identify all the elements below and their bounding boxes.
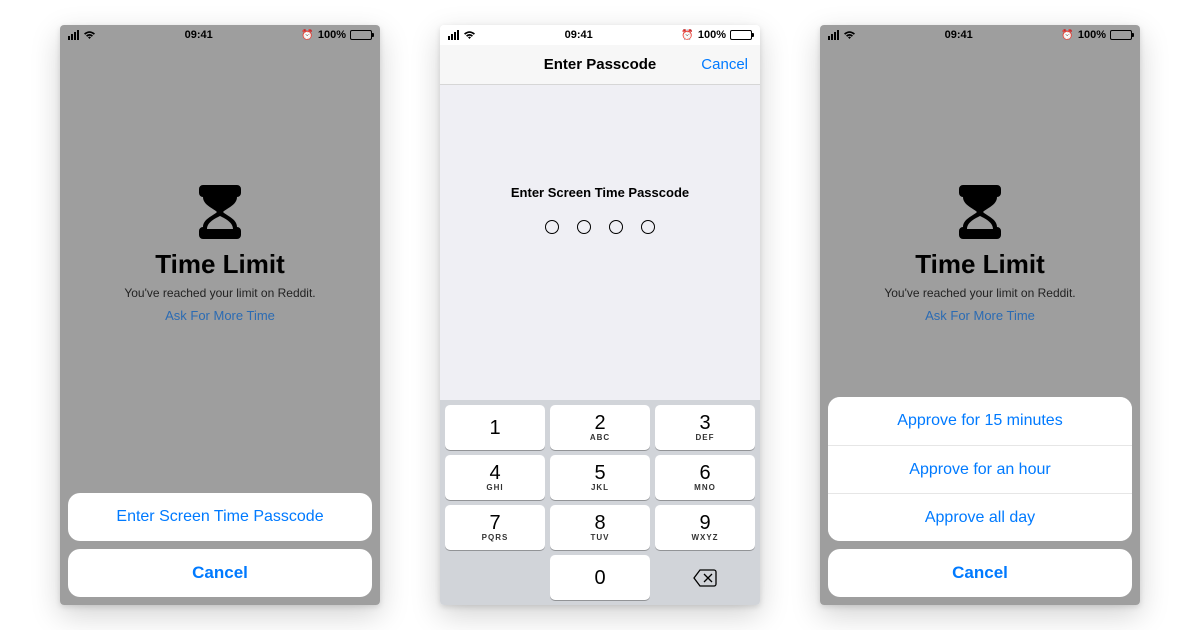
status-time: 09:41 — [476, 29, 681, 41]
nav-bar: Enter Passcode Cancel — [440, 45, 760, 85]
time-limit-screen: Time Limit You've reached your limit on … — [820, 45, 1140, 605]
nav-title: Enter Passcode — [502, 56, 698, 73]
battery-percent: 100% — [698, 29, 726, 41]
keypad-7[interactable]: 7PQRS — [445, 505, 545, 550]
action-sheet: Enter Screen Time Passcode Cancel — [68, 493, 372, 597]
status-bar: 09:41 ⏰ 100% — [440, 25, 760, 45]
passcode-dot — [641, 220, 655, 234]
page-title: Time Limit — [915, 249, 1045, 280]
phone-time-limit-initial: 09:41 ⏰ 100% Time Limit You've reached y… — [60, 25, 380, 605]
numeric-keypad: 1 2ABC 3DEF 4GHI 5JKL 6MNO 7PQRS 8TUV 9W… — [440, 400, 760, 605]
keypad-8[interactable]: 8TUV — [550, 505, 650, 550]
passcode-dot — [577, 220, 591, 234]
keypad-empty — [445, 555, 545, 600]
keypad-1[interactable]: 1 — [445, 405, 545, 450]
battery-icon — [1110, 30, 1132, 40]
signal-icon — [448, 30, 459, 40]
wifi-icon — [843, 30, 856, 40]
status-bar: 09:41 ⏰ 100% — [820, 25, 1140, 45]
ask-more-time-link[interactable]: Ask For More Time — [925, 308, 1035, 323]
status-bar: 09:41 ⏰ 100% — [60, 25, 380, 45]
enter-passcode-button[interactable]: Enter Screen Time Passcode — [68, 493, 372, 541]
keypad-6[interactable]: 6MNO — [655, 455, 755, 500]
wifi-icon — [463, 30, 476, 40]
approve-1-hour-button[interactable]: Approve for an hour — [828, 445, 1132, 493]
hourglass-icon — [959, 185, 1001, 239]
approve-all-day-button[interactable]: Approve all day — [828, 493, 1132, 541]
signal-icon — [828, 30, 839, 40]
page-title: Time Limit — [155, 249, 285, 280]
subtitle-text: You've reached your limit on Reddit. — [124, 286, 315, 300]
battery-percent: 100% — [1078, 29, 1106, 41]
subtitle-text: You've reached your limit on Reddit. — [884, 286, 1075, 300]
passcode-prompt: Enter Screen Time Passcode — [511, 185, 689, 200]
keypad-0[interactable]: 0 — [550, 555, 650, 600]
status-time: 09:41 — [96, 29, 301, 41]
keypad-2[interactable]: 2ABC — [550, 405, 650, 450]
nav-cancel-button[interactable]: Cancel — [698, 56, 748, 73]
passcode-body: Enter Screen Time Passcode 1 2ABC 3DEF 4… — [440, 85, 760, 605]
battery-icon — [350, 30, 372, 40]
alarm-icon: ⏰ — [301, 30, 313, 41]
phone-time-limit-approve: 09:41 ⏰ 100% Time Limit You've reached y… — [820, 25, 1140, 605]
keypad-9[interactable]: 9WXYZ — [655, 505, 755, 550]
passcode-dot — [609, 220, 623, 234]
hourglass-icon — [199, 185, 241, 239]
phone-enter-passcode: 09:41 ⏰ 100% Enter Passcode Cancel Enter… — [440, 25, 760, 605]
alarm-icon: ⏰ — [1061, 30, 1073, 41]
battery-icon — [730, 30, 752, 40]
wifi-icon — [83, 30, 96, 40]
action-sheet: Approve for 15 minutes Approve for an ho… — [828, 397, 1132, 597]
alarm-icon: ⏰ — [681, 30, 693, 41]
passcode-dot — [545, 220, 559, 234]
keypad-4[interactable]: 4GHI — [445, 455, 545, 500]
cancel-button[interactable]: Cancel — [828, 549, 1132, 597]
backspace-icon — [693, 569, 717, 587]
battery-percent: 100% — [318, 29, 346, 41]
passcode-dots — [545, 220, 655, 234]
status-time: 09:41 — [856, 29, 1061, 41]
time-limit-screen: Time Limit You've reached your limit on … — [60, 45, 380, 605]
keypad-delete[interactable] — [655, 555, 755, 600]
ask-more-time-link[interactable]: Ask For More Time — [165, 308, 275, 323]
keypad-5[interactable]: 5JKL — [550, 455, 650, 500]
signal-icon — [68, 30, 79, 40]
keypad-3[interactable]: 3DEF — [655, 405, 755, 450]
cancel-button[interactable]: Cancel — [68, 549, 372, 597]
approve-15-min-button[interactable]: Approve for 15 minutes — [828, 397, 1132, 445]
